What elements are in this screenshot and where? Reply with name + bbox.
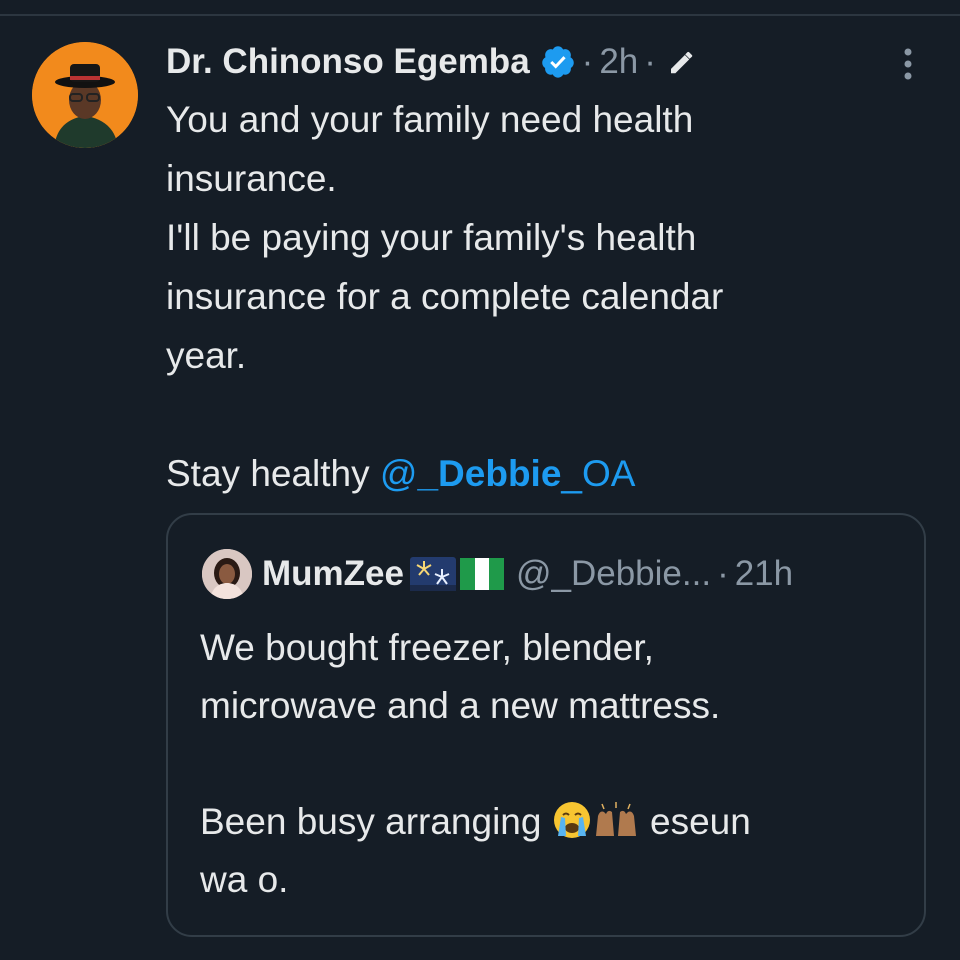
tweet-closing-line: Stay healthy @_Debbie_OA <box>166 444 906 503</box>
top-divider <box>0 14 960 16</box>
tweet-line: You and your family need health <box>166 99 694 140</box>
quoted-author-handle[interactable]: @_Debbie... <box>516 554 711 594</box>
quoted-tweet-timestamp[interactable]: 21h <box>735 554 793 594</box>
quoted-tweet[interactable]: MumZee @_Debbie... · 21h We bought freez… <box>166 513 926 937</box>
more-options-icon[interactable] <box>898 44 918 84</box>
quoted-author-avatar[interactable] <box>202 549 252 599</box>
fireworks-emoji <box>409 557 456 591</box>
author-display-name[interactable]: Dr. Chinonso Egemba <box>166 42 530 82</box>
quoted-closing-after-emoji: eseun <box>639 801 751 842</box>
tweet-line: insurance for a complete calendar <box>166 276 724 317</box>
tweet[interactable]: Dr. Chinonso Egemba · 2h · You and your … <box>166 36 906 503</box>
header-separator-2: · <box>644 42 656 81</box>
tweet-header: Dr. Chinonso Egemba · 2h · <box>166 36 906 88</box>
nigeria-flag-emoji <box>459 558 504 590</box>
tweet-text: You and your family need health insuranc… <box>166 90 906 503</box>
quoted-header-separator: · <box>717 554 729 593</box>
quoted-line: We bought freezer, blender, <box>200 627 654 668</box>
edited-pencil-icon[interactable] <box>666 47 696 77</box>
quoted-tweet-text: We bought freezer, blender, microwave an… <box>200 619 900 909</box>
quoted-final-line: wa o. <box>200 859 289 900</box>
raising-hands-emoji <box>595 802 636 836</box>
mention-link[interactable]: @_Debbie_OA <box>380 453 636 494</box>
tweet-timestamp[interactable]: 2h <box>599 42 638 82</box>
mention-bold-part: _Debbie <box>417 453 562 494</box>
crying-face-emoji <box>553 802 590 838</box>
tweet-line: I'll be paying your family's health <box>166 217 697 258</box>
quoted-tweet-header: MumZee @_Debbie... · 21h <box>202 549 793 599</box>
tweet-line: insurance. <box>166 158 337 199</box>
closing-text: Stay healthy <box>166 453 380 494</box>
author-avatar[interactable] <box>32 42 138 148</box>
header-separator: · <box>581 42 594 81</box>
verified-badge-icon[interactable] <box>540 44 576 80</box>
quoted-line: microwave and a new mattress. <box>200 685 721 726</box>
tweet-line: year. <box>166 335 247 376</box>
quoted-author-display-name[interactable]: MumZee <box>262 554 404 594</box>
quoted-closing-line: Been busy arranging eseun <box>200 793 900 851</box>
quoted-closing-text: Been busy arranging <box>200 801 552 842</box>
mention-suffix: _OA <box>561 453 636 494</box>
mention-prefix: @ <box>379 453 418 494</box>
